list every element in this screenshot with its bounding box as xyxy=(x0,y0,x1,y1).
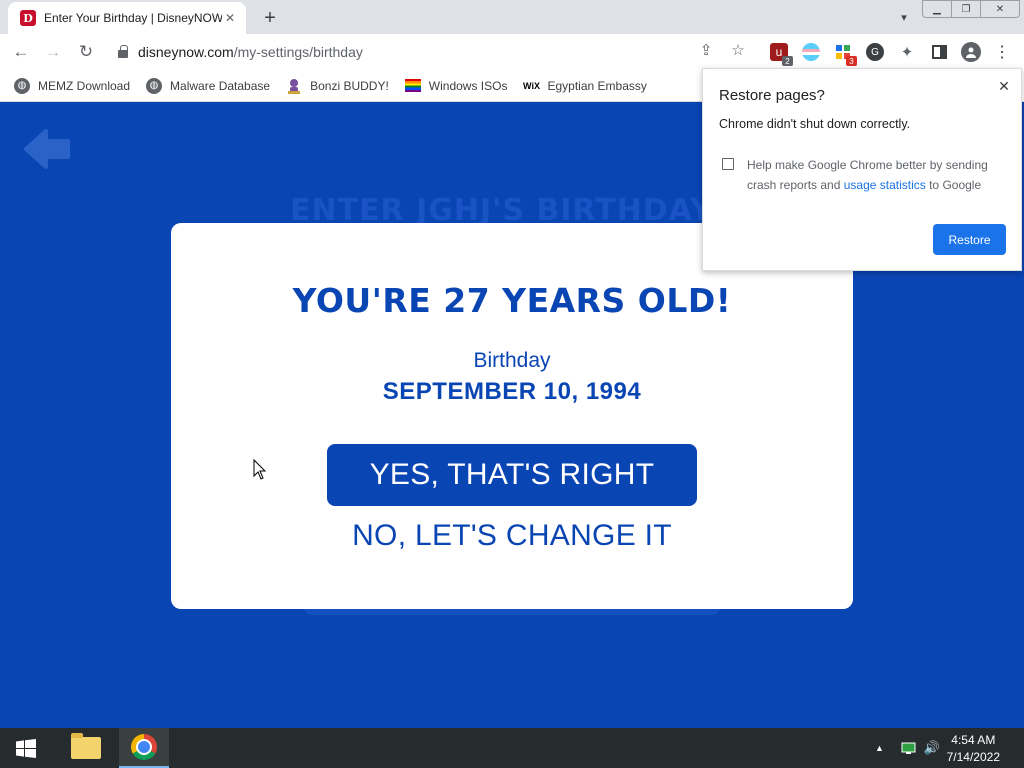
close-window-icon[interactable]: ✕ xyxy=(980,0,1020,18)
volume-icon[interactable]: 🔊 xyxy=(923,740,941,756)
url-text[interactable]: disneynow.com/my-settings/birthday xyxy=(138,44,363,60)
wix-icon: WiX xyxy=(523,80,540,91)
bookmark-label: Egyptian Embassy xyxy=(547,78,647,93)
puzzle-extensions-icon[interactable]: ✦ xyxy=(898,43,916,61)
url-host: disneynow.com xyxy=(138,44,234,60)
bookmark-label: Malware Database xyxy=(170,78,271,93)
change-birthday-button[interactable]: NO, LET'S CHANGE IT xyxy=(171,519,853,553)
bookmark-egyptian-embassy[interactable]: WiX Egyptian Embassy xyxy=(523,78,647,94)
folder-icon xyxy=(71,733,101,759)
dialog-title: Restore pages? xyxy=(719,87,825,104)
globe-icon: ◍ xyxy=(14,77,30,94)
address-bar[interactable]: disneynow.com/my-settings/birthday xyxy=(110,38,760,66)
pride-flag-icon[interactable] xyxy=(802,43,820,61)
grammar-extension-icon[interactable]: G xyxy=(866,43,884,61)
bookmark-bonzi-buddy[interactable]: Bonzi BUDDY! xyxy=(286,78,389,94)
browser-tab[interactable]: D Enter Your Birthday | DisneyNOW ✕ xyxy=(8,2,246,34)
bookmark-windows-isos[interactable]: Windows ISOs xyxy=(404,78,508,93)
ublock-badge: 2 xyxy=(782,56,793,66)
url-path: /my-settings/birthday xyxy=(233,44,363,60)
tab-search-chevron-icon[interactable]: ▾ xyxy=(894,9,914,25)
confirm-birthday-button[interactable]: YES, THAT'S RIGHT xyxy=(327,444,697,506)
reload-icon[interactable]: ↻ xyxy=(74,40,98,64)
tray-expand-icon[interactable]: ▲ xyxy=(875,740,884,756)
usage-statistics-link[interactable]: usage statistics xyxy=(844,178,926,192)
restore-button[interactable]: Restore xyxy=(933,224,1006,255)
back-icon[interactable]: ← xyxy=(9,40,33,64)
restore-window-icon[interactable]: ❐ xyxy=(951,0,981,18)
bonzi-icon xyxy=(286,78,302,94)
disney-d-icon: D xyxy=(20,10,36,26)
chrome-menu-icon[interactable]: ⋮ xyxy=(993,43,1011,61)
side-panel-icon[interactable] xyxy=(930,43,948,61)
network-icon[interactable] xyxy=(900,740,916,756)
ublock-icon[interactable]: u 2 xyxy=(770,43,793,66)
bookmark-label: Windows ISOs xyxy=(428,78,508,93)
chrome-icon[interactable] xyxy=(119,728,169,768)
apps-extension-badge: 3 xyxy=(846,56,857,66)
back-arrow-icon[interactable] xyxy=(24,127,70,173)
bookmark-label: MEMZ Download xyxy=(38,78,131,93)
windows-start-icon[interactable] xyxy=(16,739,36,758)
apps-extension-icon[interactable]: 3 xyxy=(834,43,857,66)
crash-report-checkbox[interactable] xyxy=(722,158,734,170)
bookmark-malware-database[interactable]: ◍ Malware Database xyxy=(146,77,271,94)
taskbar-clock[interactable]: 4:54 AM 7/14/2022 xyxy=(947,732,1000,766)
restore-pages-dialog: Restore pages? ✕ Chrome didn't shut down… xyxy=(702,68,1022,271)
crash-report-label: Help make Google Chrome better by sendin… xyxy=(747,155,1007,195)
lock-icon[interactable] xyxy=(118,45,128,58)
tab-strip: D Enter Your Birthday | DisneyNOW ✕ + ▾ … xyxy=(0,0,1024,34)
clock-time: 4:54 AM xyxy=(951,733,996,747)
profile-avatar-icon[interactable] xyxy=(961,42,981,62)
rainbow-flag-icon xyxy=(404,79,421,92)
confirm-age-card: YOU'RE 27 YEARS OLD! Birthday SEPTEMBER … xyxy=(171,223,853,609)
chrome-logo-icon xyxy=(131,734,157,760)
help-text-suffix: to Google xyxy=(925,178,982,192)
tab-title: Enter Your Birthday | DisneyNOW xyxy=(44,11,222,25)
age-heading: YOU'RE 27 YEARS OLD! xyxy=(292,281,732,320)
clock-date: 7/14/2022 xyxy=(946,750,1000,764)
birthday-date: SEPTEMBER 10, 1994 xyxy=(382,378,642,405)
mouse-cursor-icon xyxy=(253,459,267,480)
windows-taskbar: ▲ 🔊 4:54 AM 7/14/2022 xyxy=(0,728,1024,768)
birthday-label: Birthday xyxy=(473,349,551,372)
window-controls: ▁ ❐ ✕ xyxy=(922,0,1020,18)
file-explorer-icon[interactable] xyxy=(61,728,111,768)
new-tab-button[interactable]: + xyxy=(258,6,282,30)
dialog-message: Chrome didn't shut down correctly. xyxy=(719,117,911,131)
minimize-icon[interactable]: ▁ xyxy=(922,0,952,18)
bookmark-star-icon[interactable]: ☆ xyxy=(728,40,748,60)
bookmark-label: Bonzi BUDDY! xyxy=(310,78,389,93)
bookmark-memz-download[interactable]: ◍ MEMZ Download xyxy=(14,77,131,94)
tab-close-icon[interactable]: ✕ xyxy=(222,10,238,26)
browser-toolbar: ← → ↻ disneynow.com/my-settings/birthday… xyxy=(0,34,1024,70)
share-icon[interactable]: ⇪ xyxy=(696,40,716,60)
globe-icon: ◍ xyxy=(146,77,163,94)
close-icon[interactable]: ✕ xyxy=(995,77,1013,95)
forward-icon[interactable]: → xyxy=(41,40,65,64)
